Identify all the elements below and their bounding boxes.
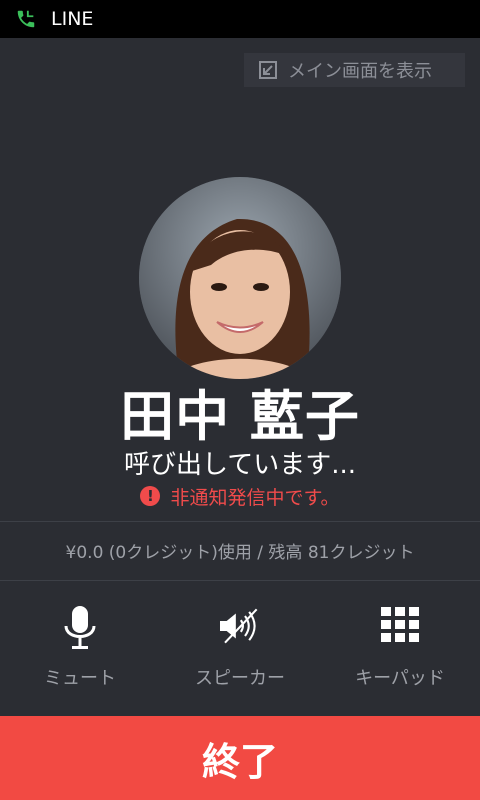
credit-usage: ¥0.0 (0クレジット)使用 / 残高 81クレジット [65,543,415,563]
status-bar: LINE [0,0,480,38]
show-main-screen-button[interactable]: メイン画面を表示 [244,53,465,87]
keypad-button[interactable]: キーパッド [320,600,480,700]
microphone-icon [64,606,96,649]
warning-text: 非通知発信中です。 [170,486,340,509]
phone-icon [17,10,35,28]
speaker-button[interactable]: スピーカー [160,600,320,700]
divider [0,521,480,522]
divider [0,580,480,581]
end-call-button[interactable]: 終了 [0,716,480,800]
call-controls: ミュート スピーカー キーパッド [0,600,480,700]
keypad-label: キーパッド [355,668,445,689]
contact-name: 田中 藍子 [120,385,360,448]
anonymous-call-warning: ! 非通知発信中です。 [0,483,480,509]
speaker-muted-icon [220,608,258,644]
app-name: LINE [51,8,94,30]
mute-button[interactable]: ミュート [0,600,160,700]
speaker-label: スピーカー [195,668,285,689]
alert-icon: ! [140,486,161,506]
contact-photo [139,177,341,379]
avatar [139,177,341,379]
call-status: 呼び出しています... [123,450,356,480]
return-to-main-icon [259,61,277,79]
keypad-icon [381,607,419,642]
mute-label: ミュート [44,668,116,689]
show-main-screen-label: メイン画面を表示 [288,61,432,82]
